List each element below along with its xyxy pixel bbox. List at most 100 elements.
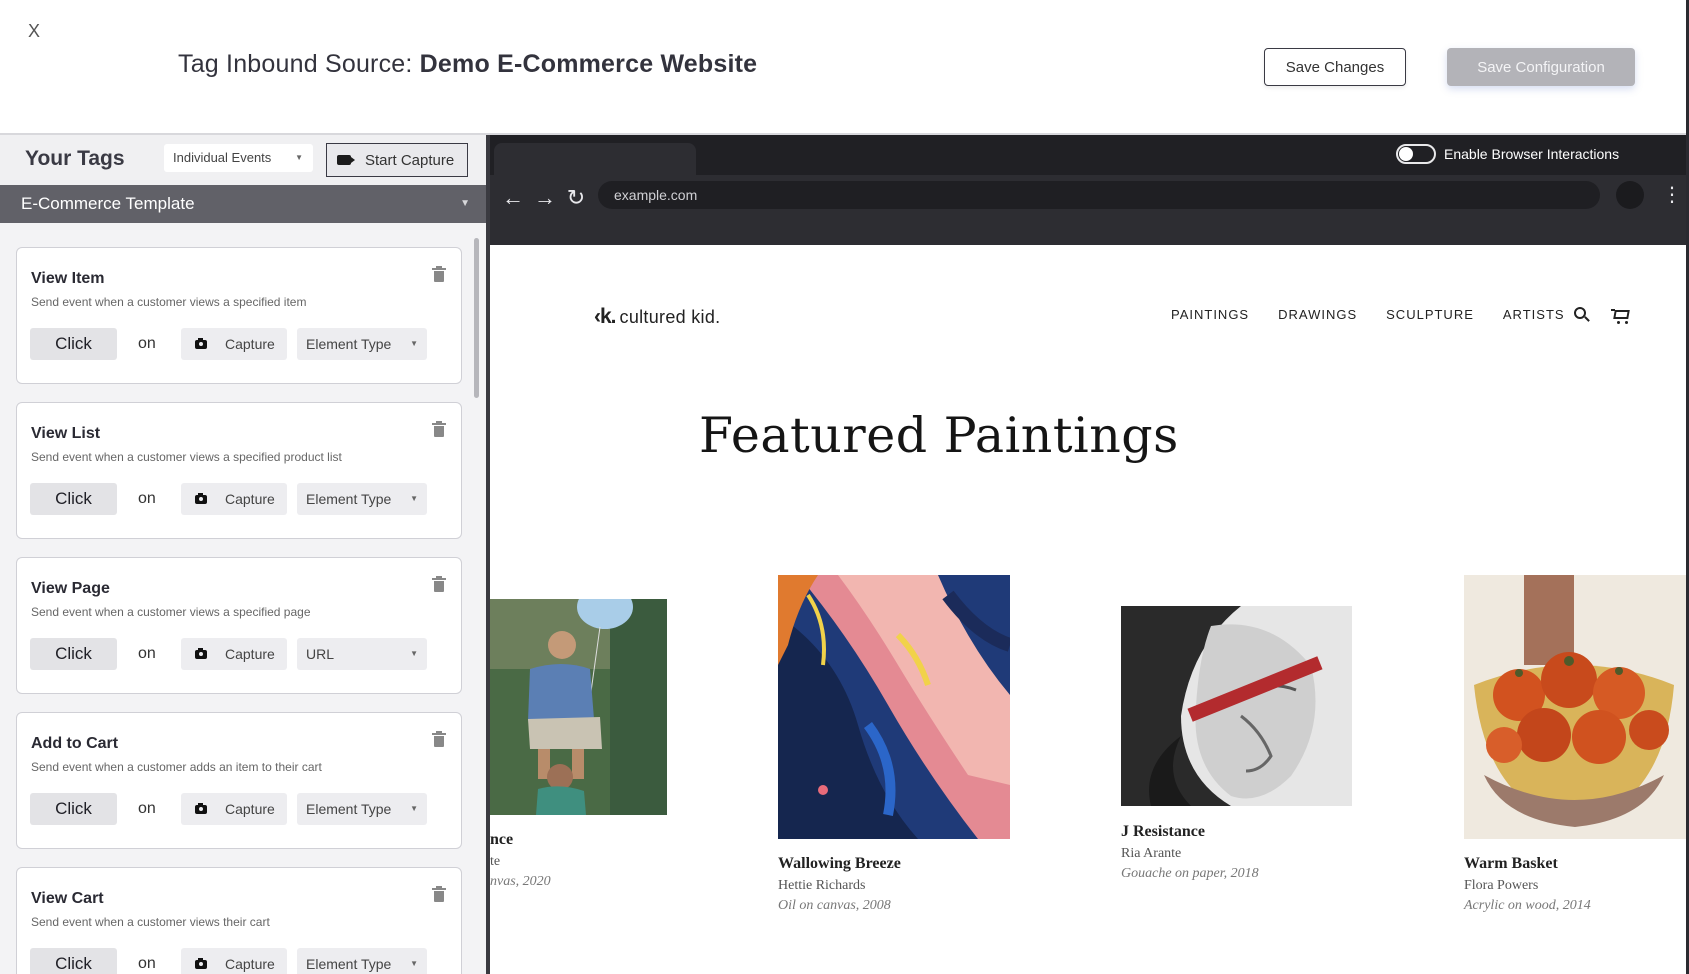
close-icon[interactable]: X bbox=[28, 22, 40, 40]
artwork-card[interactable]: nce te nvas, 2020 bbox=[490, 599, 670, 929]
tags-sidebar: Your Tags Individual Events ▼ Start Capt… bbox=[0, 135, 486, 974]
artwork-artist: Flora Powers bbox=[1464, 878, 1539, 893]
trigger-action-button[interactable]: Click bbox=[30, 483, 117, 515]
artwork-artist: Hettie Richards bbox=[778, 878, 866, 893]
camera-icon bbox=[195, 492, 207, 504]
capture-button[interactable]: Capture bbox=[181, 638, 287, 670]
trigger-action-button[interactable]: Click bbox=[30, 328, 117, 360]
chevron-down-icon: ▼ bbox=[410, 649, 418, 658]
artwork-image-abstract-pour bbox=[778, 575, 1010, 839]
nav-link-sculpture[interactable]: SCULPTURE bbox=[1386, 307, 1474, 322]
artwork-title: Warm Basket bbox=[1464, 855, 1558, 872]
save-changes-button[interactable]: Save Changes bbox=[1264, 48, 1406, 86]
element-type-value: Element Type bbox=[306, 336, 392, 352]
featured-heading: Featured Paintings bbox=[699, 407, 1179, 464]
save-configuration-button[interactable]: Save Configuration bbox=[1447, 48, 1635, 86]
capture-button[interactable]: Capture bbox=[181, 328, 287, 360]
artwork-artist: Ria Arante bbox=[1121, 846, 1182, 861]
element-type-value: URL bbox=[306, 646, 335, 662]
template-dropdown[interactable]: E-Commerce Template ▼ bbox=[0, 185, 486, 223]
artwork-title: J Resistance bbox=[1121, 823, 1205, 840]
capture-label: Capture bbox=[225, 491, 275, 507]
site-nav: PAINTINGS DRAWINGS SCULPTURE ARTISTS bbox=[1171, 307, 1565, 322]
element-type-select[interactable]: URL ▼ bbox=[297, 638, 427, 670]
start-capture-button[interactable]: Start Capture bbox=[326, 143, 468, 177]
tag-card-title: View List bbox=[31, 425, 101, 442]
tag-card-title: View Cart bbox=[31, 890, 104, 907]
chevron-down-icon: ▼ bbox=[410, 804, 418, 813]
tag-card-description: Send event when a customer adds an item … bbox=[31, 760, 322, 774]
tag-card-list: View Item Send event when a customer vie… bbox=[16, 247, 462, 974]
browser-preview: Enable Browser Interactions ← → ↻ exampl… bbox=[490, 135, 1686, 974]
element-type-select[interactable]: Element Type ▼ bbox=[297, 328, 427, 360]
browser-interactions-toggle[interactable] bbox=[1396, 144, 1436, 164]
profile-avatar[interactable] bbox=[1616, 181, 1644, 209]
event-mode-select[interactable]: Individual Events ▼ bbox=[164, 144, 313, 172]
capture-label: Capture bbox=[225, 956, 275, 972]
artwork-card[interactable]: J Resistance Ria Arante Gouache on paper… bbox=[1121, 606, 1361, 936]
tag-card-view-list: View List Send event when a customer vie… bbox=[16, 402, 462, 539]
caret-down-icon: ▼ bbox=[460, 198, 470, 209]
chevron-down-icon: ▼ bbox=[295, 153, 303, 162]
trigger-action-button[interactable]: Click bbox=[30, 638, 117, 670]
browser-tab[interactable] bbox=[494, 143, 696, 175]
element-type-select[interactable]: Element Type ▼ bbox=[297, 948, 427, 974]
page-title: Tag Inbound Source: Demo E-Commerce Webs… bbox=[178, 50, 757, 79]
more-options-icon[interactable]: ⋮ bbox=[1662, 183, 1682, 207]
on-label: on bbox=[138, 490, 156, 507]
trash-icon[interactable] bbox=[432, 421, 446, 437]
template-label: E-Commerce Template bbox=[21, 194, 195, 213]
trigger-action-button[interactable]: Click bbox=[30, 793, 117, 825]
element-type-value: Element Type bbox=[306, 491, 392, 507]
nav-link-artists[interactable]: ARTISTS bbox=[1503, 307, 1565, 322]
search-icon[interactable] bbox=[1574, 307, 1590, 323]
capture-button[interactable]: Capture bbox=[181, 483, 287, 515]
sidebar-scrollbar[interactable] bbox=[474, 238, 479, 398]
tag-card-description: Send event when a customer views a speci… bbox=[31, 450, 342, 464]
tab-strip: Enable Browser Interactions bbox=[490, 135, 1686, 175]
browser-chrome: Enable Browser Interactions ← → ↻ exampl… bbox=[490, 135, 1686, 245]
tag-card-title: View Page bbox=[31, 580, 110, 597]
site-logo[interactable]: ‹k. cultured kid. bbox=[594, 305, 720, 329]
trash-icon[interactable] bbox=[432, 266, 446, 282]
camera-icon bbox=[195, 647, 207, 659]
artwork-title: Wallowing Breeze bbox=[778, 855, 901, 872]
artwork-title: nce bbox=[490, 831, 514, 848]
capture-label: Capture bbox=[225, 801, 275, 817]
camera-icon bbox=[195, 802, 207, 814]
trash-icon[interactable] bbox=[432, 731, 446, 747]
camera-icon bbox=[195, 337, 207, 349]
artwork-card[interactable]: Warm Basket Flora Powers Acrylic on wood… bbox=[1464, 575, 1686, 935]
artwork-artist: te bbox=[490, 854, 501, 869]
element-type-select[interactable]: Element Type ▼ bbox=[297, 793, 427, 825]
tag-card-description: Send event when a customer views a speci… bbox=[31, 605, 311, 619]
capture-label: Capture bbox=[225, 336, 275, 352]
nav-link-paintings[interactable]: PAINTINGS bbox=[1171, 307, 1249, 322]
back-arrow-icon[interactable]: ← bbox=[502, 187, 524, 209]
capture-button[interactable]: Capture bbox=[181, 793, 287, 825]
start-capture-label: Start Capture bbox=[365, 151, 455, 169]
element-type-select[interactable]: Element Type ▼ bbox=[297, 483, 427, 515]
cart-icon[interactable] bbox=[1611, 307, 1631, 324]
on-label: on bbox=[138, 955, 156, 972]
chevron-down-icon: ▼ bbox=[410, 494, 418, 503]
url-bar[interactable]: example.com bbox=[598, 181, 1600, 209]
capture-label: Capture bbox=[225, 646, 275, 662]
sidebar-header: Your Tags Individual Events ▼ Start Capt… bbox=[0, 135, 486, 185]
title-prefix: Tag Inbound Source: bbox=[178, 50, 420, 78]
forward-arrow-icon[interactable]: → bbox=[534, 187, 556, 209]
reload-icon[interactable]: ↻ bbox=[566, 187, 586, 209]
element-type-value: Element Type bbox=[306, 801, 392, 817]
trash-icon[interactable] bbox=[432, 576, 446, 592]
title-source-name: Demo E-Commerce Website bbox=[419, 50, 758, 78]
nav-link-drawings[interactable]: DRAWINGS bbox=[1278, 307, 1357, 322]
artwork-medium: nvas, 2020 bbox=[490, 874, 551, 889]
artwork-card[interactable]: Wallowing Breeze Hettie Richards Oil on … bbox=[778, 575, 1018, 935]
logo-text: cultured kid. bbox=[619, 307, 721, 327]
on-label: on bbox=[138, 645, 156, 662]
chevron-down-icon: ▼ bbox=[410, 339, 418, 348]
trash-icon[interactable] bbox=[432, 886, 446, 902]
chevron-down-icon: ▼ bbox=[410, 959, 418, 968]
capture-button[interactable]: Capture bbox=[181, 948, 287, 974]
trigger-action-button[interactable]: Click bbox=[30, 948, 117, 974]
